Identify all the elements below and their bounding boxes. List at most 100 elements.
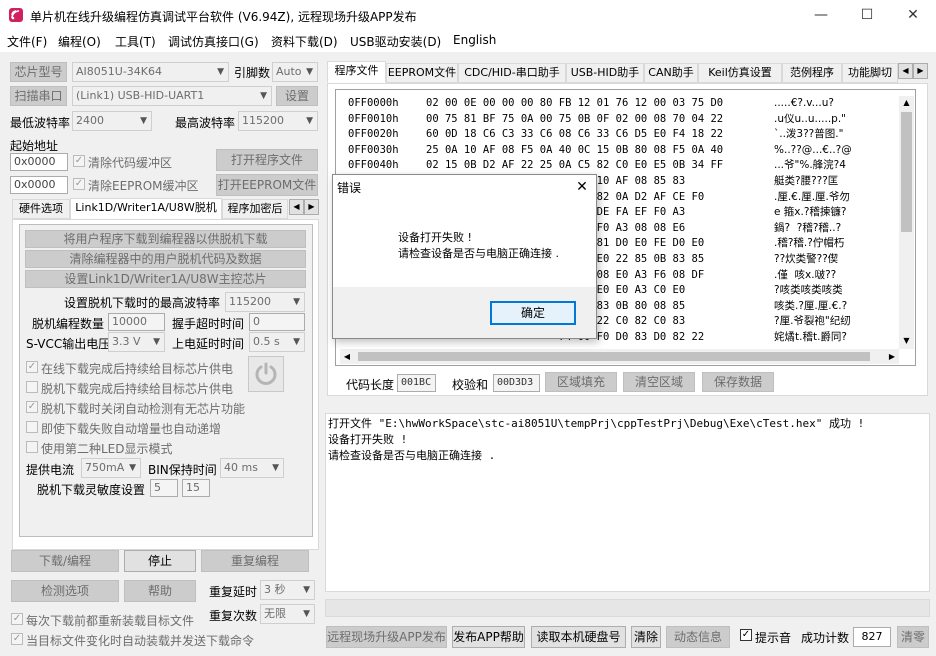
offline-max-baud-select[interactable]: 115200 ▼	[225, 292, 305, 312]
chip-model-select[interactable]: AI8051U-34K64 ▼	[72, 62, 229, 82]
tab-offline-writer[interactable]: Link1D/Writer1A/U8W脱机	[70, 198, 222, 220]
tab-pin-functions[interactable]: 功能脚切	[842, 63, 898, 83]
min-baud-select[interactable]: 2400 ▼	[72, 111, 152, 131]
scan-port-button[interactable]: 扫描串口	[10, 86, 67, 106]
hex-row-bytes[interactable]: 02 15 0B D2 AF 22 25 0A C5 82 C0 E0 E5 0…	[426, 158, 723, 174]
chip-model-button[interactable]: 芯片型号	[10, 62, 67, 82]
hex-row-bytes[interactable]: 02 00 0E 00 00 00 80 FB 12 01 76 12 00 0…	[426, 96, 723, 112]
pin-count-value: Auto	[276, 65, 302, 78]
log-output[interactable]: 打开文件 "E:\hwWorkSpace\stc-ai8051U\tempPrj…	[325, 413, 930, 592]
min-baud-value: 2400	[76, 114, 104, 127]
menu-file[interactable]: 文件(F)	[7, 33, 47, 50]
clear-region-button[interactable]: 清空区域	[623, 372, 695, 392]
vertical-scroll-thumb[interactable]	[901, 112, 912, 232]
scroll-up-icon[interactable]: ▲	[899, 96, 914, 110]
tab-examples[interactable]: 范例程序	[782, 63, 842, 83]
offline-count-input[interactable]: 10000	[108, 313, 165, 331]
tab-usb-hid[interactable]: USB-HID助手	[566, 63, 644, 83]
reset-count-button[interactable]: 清零	[897, 626, 929, 648]
tab-cdc-hid-serial[interactable]: CDC/HID-串口助手	[458, 63, 566, 83]
second-led-mode-checkbox[interactable]	[26, 441, 38, 453]
power-button[interactable]	[248, 356, 284, 392]
pin-count-select[interactable]: Auto ▼	[272, 62, 318, 82]
tab-program-file[interactable]: 程序文件	[327, 61, 386, 83]
repeat-delay-select[interactable]: 3 秒 ▼	[260, 580, 315, 600]
tab-scroll-right-icon[interactable]: ▶	[304, 199, 319, 215]
menu-english[interactable]: English	[453, 33, 496, 47]
save-data-button[interactable]: 保存数据	[702, 372, 774, 392]
stop-button[interactable]: 停止	[124, 550, 196, 572]
hex-row-ascii: e 箍x.?稽揀镰?	[774, 206, 847, 219]
repeat-count-select[interactable]: 无限 ▼	[260, 604, 315, 624]
port-settings-button[interactable]: 设置	[276, 86, 318, 106]
serial-port-select[interactable]: (Link1) USB-HID-UART1 ▼	[72, 86, 272, 106]
set-master-chip-button[interactable]: 设置Link1D/Writer1A/U8W主控芯片	[25, 270, 306, 288]
dialog-close-icon[interactable]: ✕	[571, 176, 593, 198]
tab-keil-sim[interactable]: Keil仿真设置	[698, 63, 782, 83]
close-window-button[interactable]: ✕	[890, 0, 936, 30]
tab-can[interactable]: CAN助手	[644, 63, 698, 83]
error-dialog: 错误 ✕ 设备打开失败 ! 请检查设备是否与电脑正确连接 . 确定	[332, 174, 597, 339]
clear-code-checkbox[interactable]: ✓	[73, 155, 85, 167]
minimize-button[interactable]: —	[798, 0, 844, 30]
code-start-address-input[interactable]: 0x0000	[10, 153, 68, 171]
dialog-ok-button[interactable]: 确定	[490, 301, 576, 325]
hex-row-bytes[interactable]: 60 0D 18 C6 C3 33 C6 08 C6 33 C6 D5 E0 F…	[426, 127, 723, 143]
max-baud-select[interactable]: 115200 ▼	[238, 111, 318, 131]
scroll-down-icon[interactable]: ▼	[899, 334, 914, 348]
menu-tools[interactable]: 工具(T)	[115, 33, 156, 50]
hex-row-bytes[interactable]: 00 75 81 BF 75 0A 00 75 0B 0F 02 00 08 7…	[426, 112, 723, 128]
horizontal-scroll-thumb[interactable]	[358, 352, 870, 361]
tab-scroll-left-icon[interactable]: ◀	[289, 199, 304, 215]
powerup-delay-select[interactable]: 0.5 s ▼	[249, 332, 305, 352]
clear-eeprom-checkbox[interactable]: ✓	[73, 178, 85, 190]
menu-debug[interactable]: 调试仿真接口(G)	[168, 33, 259, 50]
menu-program[interactable]: 编程(O)	[58, 33, 101, 50]
scroll-right-icon[interactable]: ▶	[885, 349, 899, 364]
tab-scroll-right-icon[interactable]: ▶	[913, 63, 928, 79]
menu-usb-driver[interactable]: USB驱动安装(D)	[350, 33, 441, 50]
tab-hardware-options[interactable]: 硬件选项	[12, 199, 70, 219]
publish-app-button[interactable]: 远程现场升级APP发布	[326, 626, 447, 648]
offline-power-checkbox[interactable]	[26, 381, 38, 393]
open-program-file-button[interactable]: 打开程序文件	[216, 149, 318, 171]
svcc-voltage-select[interactable]: 3.3 V ▼	[108, 332, 165, 352]
dynamic-info-button[interactable]: 动态信息	[666, 626, 730, 648]
progress-bar	[325, 599, 930, 617]
clear-writer-code-button[interactable]: 清除编程器中的用户脱机代码及数据	[25, 250, 306, 268]
tab-eeprom-file[interactable]: EEPROM文件	[386, 63, 458, 83]
online-power-checkbox[interactable]: ✓	[26, 361, 38, 373]
sensitivity-input-2[interactable]: 15	[182, 479, 210, 497]
tab-program-encrypt[interactable]: 程序加密后	[222, 199, 288, 219]
eeprom-start-address-input[interactable]: 0x0000	[10, 176, 68, 194]
check-options-button[interactable]: 检测选项	[11, 580, 119, 602]
handshake-timeout-input[interactable]: 0	[249, 313, 305, 331]
reload-before-download-label: 每次下载前都重新装载目标文件	[26, 614, 195, 628]
download-to-writer-button[interactable]: 将用户程序下载到编程器以供脱机下载	[25, 230, 306, 248]
scroll-left-icon[interactable]: ◀	[340, 349, 354, 364]
menu-download[interactable]: 资料下载(D)	[271, 33, 338, 50]
chevron-down-icon: ▼	[293, 297, 300, 307]
hex-horizontal-scrollbar[interactable]: ◀ ▶	[340, 349, 899, 364]
sensitivity-input-1[interactable]: 5	[150, 479, 178, 497]
beep-checkbox[interactable]: ✓	[740, 629, 752, 641]
tab-scroll-left-icon[interactable]: ◀	[898, 63, 913, 79]
clear-log-button[interactable]: 清除	[631, 626, 661, 648]
auto-increment-checkbox[interactable]	[26, 421, 38, 433]
read-disk-id-button[interactable]: 读取本机硬盘号	[531, 626, 626, 648]
reload-before-download-checkbox[interactable]: ✓	[11, 613, 23, 625]
maximize-button[interactable]: ☐	[844, 0, 890, 30]
repeat-program-button[interactable]: 重复编程	[201, 550, 309, 572]
disable-autodetect-checkbox[interactable]: ✓	[26, 401, 38, 413]
publish-app-help-button[interactable]: 发布APP帮助	[452, 626, 525, 648]
auto-load-checkbox[interactable]: ✓	[11, 633, 23, 645]
fill-region-button[interactable]: 区域填充	[545, 372, 617, 392]
supply-current-select[interactable]: 750mA ▼	[81, 458, 141, 478]
bin-hold-select[interactable]: 40 ms ▼	[220, 458, 284, 478]
download-program-button[interactable]: 下载/编程	[11, 550, 119, 572]
hex-vertical-scrollbar[interactable]: ▲ ▼	[899, 96, 914, 349]
hex-row-ascii: 咳类.?厘.厘.€.?	[774, 299, 848, 312]
help-button[interactable]: 帮助	[124, 580, 196, 602]
open-eeprom-file-button[interactable]: 打开EEPROM文件	[216, 174, 318, 196]
hex-row-bytes[interactable]: 25 0A 10 AF 08 F5 0A 40 0C 15 0B 80 08 F…	[426, 143, 723, 159]
